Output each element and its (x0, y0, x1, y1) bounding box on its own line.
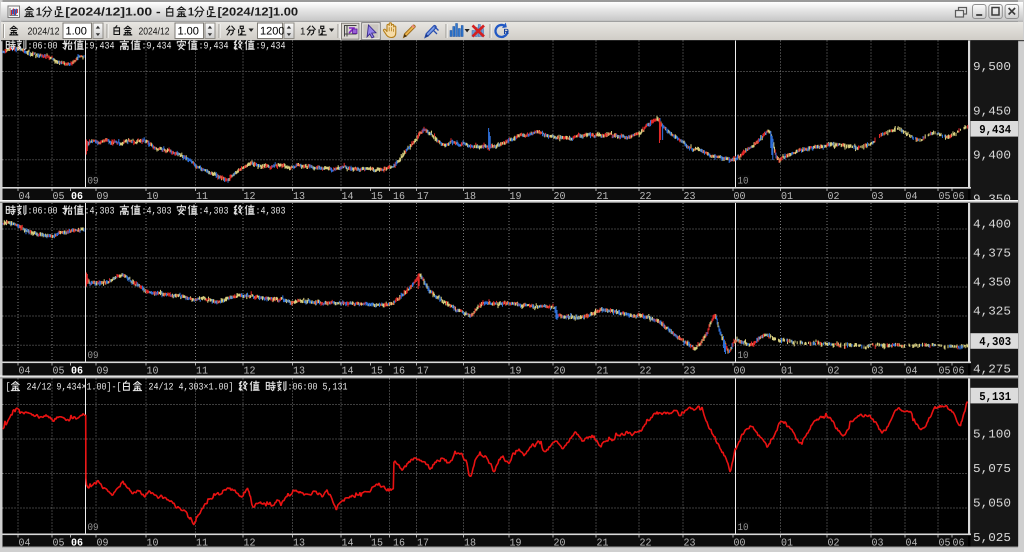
svg-text:[2024/12]1.00 -: [2024/12]1.00 - (65, 7, 164, 19)
svg-text:1: 1 (188, 7, 195, 19)
svg-text:9,500: 9,500 (973, 60, 1011, 74)
svg-text:10: 10 (738, 351, 749, 362)
svg-text:×1.00]-[: ×1.00]-[ (82, 382, 122, 394)
svg-text:03: 03 (872, 538, 884, 550)
svg-text:06: 06 (953, 538, 965, 550)
svg-text:4,375: 4,375 (973, 247, 1011, 261)
svg-text:24/12 4,303: 24/12 4,303 (144, 382, 204, 394)
svg-text:4,400: 4,400 (973, 218, 1011, 232)
svg-text:21: 21 (597, 538, 609, 550)
svg-text::4,303: :4,303 (85, 207, 120, 218)
svg-text:01: 01 (781, 538, 793, 550)
svg-text::9,434: :9,434 (256, 42, 286, 53)
svg-text:[2024/12]1.00: [2024/12]1.00 (218, 7, 299, 19)
svg-text:14: 14 (342, 538, 354, 550)
svg-text:09: 09 (88, 523, 99, 534)
svg-text:9,450: 9,450 (973, 105, 1011, 119)
svg-text::4,303: :4,303 (142, 207, 177, 218)
svg-text:1.00: 1.00 (66, 26, 87, 38)
svg-text:09: 09 (97, 538, 109, 550)
svg-text:16: 16 (393, 538, 405, 550)
svg-text:22: 22 (640, 538, 652, 550)
svg-text:09: 09 (88, 177, 99, 188)
svg-text:10: 10 (738, 523, 749, 534)
svg-text:05: 05 (53, 538, 65, 550)
svg-text:5,050: 5,050 (973, 497, 1011, 511)
svg-text:13: 13 (293, 538, 305, 550)
svg-text:1200: 1200 (260, 26, 284, 38)
svg-text:[: [ (6, 382, 11, 394)
svg-text:11: 11 (196, 538, 208, 550)
svg-text:5,100: 5,100 (973, 428, 1011, 442)
svg-text:05: 05 (939, 538, 951, 550)
svg-text:19: 19 (510, 538, 522, 550)
svg-text:4,275: 4,275 (973, 363, 1011, 377)
svg-text:15: 15 (371, 538, 383, 550)
svg-text:9,434: 9,434 (979, 123, 1011, 137)
svg-text:1: 1 (36, 7, 43, 19)
svg-text::9,434: :9,434 (85, 42, 120, 53)
svg-text:4,350: 4,350 (973, 276, 1011, 290)
svg-text:18: 18 (464, 538, 476, 550)
svg-text::4,303: :4,303 (199, 207, 234, 218)
svg-text:5,131: 5,131 (979, 390, 1011, 404)
svg-text:1: 1 (300, 27, 306, 38)
svg-text::06:00: :06:00 (28, 207, 63, 218)
svg-text:04: 04 (19, 538, 31, 550)
svg-text:9,400: 9,400 (973, 149, 1011, 163)
svg-text::9,434: :9,434 (142, 42, 177, 53)
svg-text:06: 06 (71, 538, 83, 550)
svg-text:4,325: 4,325 (973, 305, 1011, 319)
svg-text:1.00: 1.00 (178, 26, 199, 38)
svg-text:09: 09 (88, 351, 99, 362)
svg-text:12: 12 (244, 538, 256, 550)
svg-text:×1.00]: ×1.00] (204, 382, 239, 394)
svg-text::06:00 5,131: :06:00 5,131 (288, 383, 348, 394)
svg-text:2024/12: 2024/12 (139, 27, 170, 38)
svg-text:20: 20 (554, 538, 566, 550)
svg-text:17: 17 (417, 538, 429, 550)
svg-text:00: 00 (734, 538, 746, 550)
svg-text:4,303: 4,303 (979, 335, 1011, 349)
svg-text:5,075: 5,075 (973, 462, 1011, 476)
svg-text::06:00: :06:00 (28, 42, 63, 53)
svg-text:10: 10 (738, 177, 749, 188)
svg-text:5,025: 5,025 (973, 531, 1011, 545)
svg-text:24/12 9,434: 24/12 9,434 (22, 382, 82, 394)
svg-text:R: R (504, 27, 510, 36)
svg-text::4,303: :4,303 (256, 207, 286, 218)
svg-text:2024/12: 2024/12 (28, 27, 60, 38)
svg-text:23: 23 (684, 538, 696, 550)
svg-text::9,434: :9,434 (199, 42, 234, 53)
svg-text:02: 02 (828, 538, 840, 550)
svg-text:04: 04 (906, 538, 918, 550)
svg-text:10: 10 (147, 538, 159, 550)
